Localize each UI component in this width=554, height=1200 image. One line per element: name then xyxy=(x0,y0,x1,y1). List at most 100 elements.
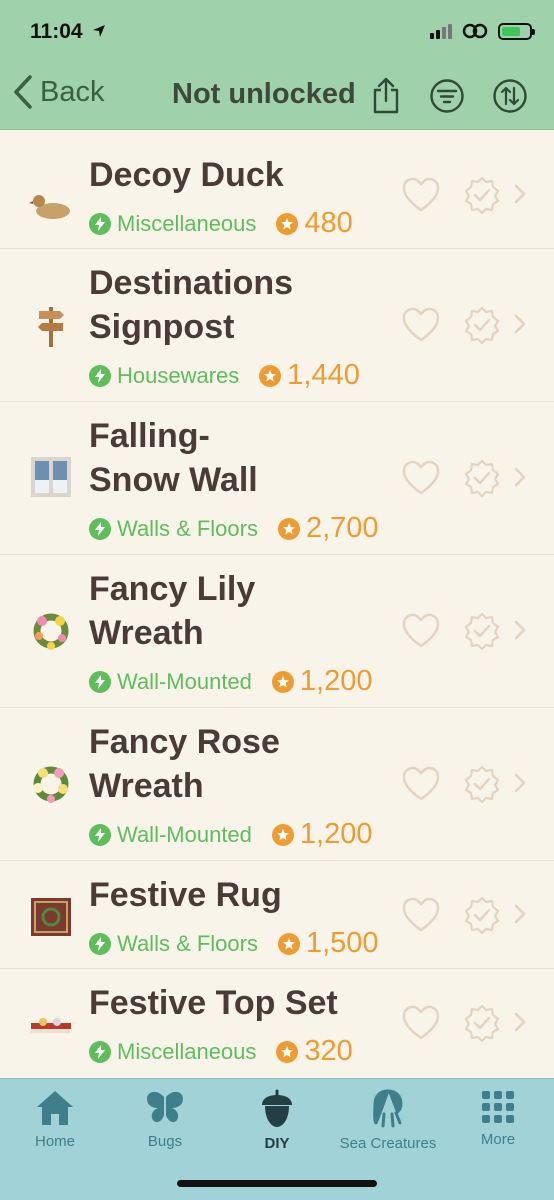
star-icon xyxy=(277,517,300,540)
signpost-icon xyxy=(28,302,74,348)
status-time: 11:04 xyxy=(30,20,106,44)
list-item[interactable]: Falling- Snow Wall Walls & Floors 2,700 xyxy=(0,402,554,555)
heart-icon[interactable] xyxy=(402,307,440,343)
tab-label: Bugs xyxy=(147,1133,183,1150)
item-name: Fancy Lily Wreath xyxy=(89,570,256,652)
heart-icon[interactable] xyxy=(402,897,440,933)
share-icon xyxy=(373,77,399,114)
chevron-right-icon[interactable] xyxy=(512,1011,528,1033)
star-icon xyxy=(277,932,300,955)
item-price: 480 xyxy=(304,207,353,239)
lily-wreath-icon xyxy=(28,608,74,654)
octopus-icon xyxy=(373,1089,403,1128)
tab-home[interactable]: Home xyxy=(0,1089,110,1150)
list-item[interactable]: Festive Rug Walls & Floors 1,500 xyxy=(0,861,554,969)
item-price: 1,500 xyxy=(305,927,379,959)
check-badge-icon[interactable] xyxy=(463,176,501,214)
list-item[interactable]: Fancy Rose Wreath Wall-Mounted 1,200 xyxy=(0,708,554,861)
heart-icon[interactable] xyxy=(402,613,440,649)
item-meta: Wall-Mounted 1,200 xyxy=(89,665,372,698)
list-item[interactable]: Festive Top Set Miscellaneous 320 xyxy=(0,969,554,1077)
item-category: Wall-Mounted xyxy=(117,821,252,847)
item-name: Festive Top Set xyxy=(89,984,338,1022)
item-meta: Walls & Floors 2,700 xyxy=(89,512,379,545)
tab-label: Sea Creatures xyxy=(339,1135,437,1152)
page-title: Not unlocked xyxy=(172,78,356,110)
item-category: Miscellaneous xyxy=(117,210,257,236)
butterfly-icon xyxy=(147,1091,183,1123)
item-category: Wall-Mounted xyxy=(117,668,252,694)
item-name: Festive Rug xyxy=(89,876,282,914)
tab-bugs[interactable]: Bugs xyxy=(110,1089,220,1150)
item-name: Decoy Duck xyxy=(89,156,284,194)
tab-sea-creatures[interactable]: Sea Creatures xyxy=(333,1089,443,1152)
star-icon xyxy=(259,364,282,387)
recipe-list: Decoy Duck Miscellaneous 480 Destination… xyxy=(0,131,554,1078)
item-meta: Wall-Mounted 1,200 xyxy=(89,818,372,851)
check-badge-icon[interactable] xyxy=(463,306,501,344)
sort-button[interactable] xyxy=(490,76,530,116)
chevron-right-icon[interactable] xyxy=(512,903,528,925)
heart-icon[interactable] xyxy=(402,460,440,496)
tab-diy[interactable]: DIY xyxy=(222,1089,332,1152)
item-category: Walls & Floors xyxy=(117,930,258,956)
item-price: 1,440 xyxy=(287,359,360,391)
top-set-icon xyxy=(28,1002,74,1048)
check-badge-icon[interactable] xyxy=(463,459,501,497)
house-icon xyxy=(37,1091,73,1125)
item-category: Miscellaneous xyxy=(117,1038,257,1064)
chevron-right-icon[interactable] xyxy=(512,466,528,488)
star-icon xyxy=(271,670,294,693)
tab-more[interactable]: More xyxy=(443,1089,553,1148)
grid-icon xyxy=(482,1091,514,1123)
bolt-icon xyxy=(89,517,111,540)
location-arrow-icon xyxy=(93,25,106,37)
back-button[interactable]: Back xyxy=(12,74,104,110)
heart-icon[interactable] xyxy=(402,177,440,213)
item-meta: Housewares 1,440 xyxy=(89,359,360,392)
item-name: Falling- Snow Wall xyxy=(89,417,258,499)
check-badge-icon[interactable] xyxy=(463,896,501,934)
chevron-right-icon[interactable] xyxy=(512,313,528,335)
status-bar: 11:04 xyxy=(0,0,554,60)
cellular-signal-icon xyxy=(430,23,452,39)
bolt-icon xyxy=(89,932,111,955)
home-indicator xyxy=(177,1180,377,1187)
bolt-icon xyxy=(89,823,111,846)
item-category: Walls & Floors xyxy=(117,515,258,541)
list-item[interactable]: Decoy Duck Miscellaneous 480 xyxy=(0,131,554,249)
item-price: 1,200 xyxy=(299,818,373,850)
list-item[interactable]: Fancy Lily Wreath Wall-Mounted 1,200 xyxy=(0,555,554,708)
heart-icon[interactable] xyxy=(402,1005,440,1041)
list-item[interactable]: Destinations Signpost Housewares 1,440 xyxy=(0,249,554,402)
item-price: 2,700 xyxy=(305,512,379,544)
share-button[interactable] xyxy=(366,76,406,116)
item-name: Fancy Rose Wreath xyxy=(89,723,280,805)
item-meta: Miscellaneous 320 xyxy=(89,1035,353,1068)
back-label: Back xyxy=(40,75,105,108)
sort-icon xyxy=(493,79,527,113)
check-badge-icon[interactable] xyxy=(463,612,501,650)
bolt-icon xyxy=(89,670,111,693)
bolt-icon xyxy=(89,212,111,235)
chevron-right-icon[interactable] xyxy=(512,772,528,794)
tab-label: DIY xyxy=(264,1135,290,1152)
chevron-left-icon xyxy=(14,75,32,109)
item-name: Destinations Signpost xyxy=(89,264,294,346)
heart-icon[interactable] xyxy=(402,766,440,802)
item-price: 1,200 xyxy=(299,665,373,697)
chevron-right-icon[interactable] xyxy=(512,183,528,205)
navigation-bar: Back Not unlocked xyxy=(0,60,554,130)
festive-rug-icon xyxy=(28,894,74,940)
tab-label: More xyxy=(480,1131,516,1148)
check-badge-icon[interactable] xyxy=(463,1004,501,1042)
snow-wall-icon xyxy=(28,454,74,500)
duck-decoy-icon xyxy=(28,183,74,229)
star-icon xyxy=(276,1040,299,1063)
star-icon xyxy=(276,212,299,235)
link-icon xyxy=(462,23,488,39)
chevron-right-icon[interactable] xyxy=(512,619,528,641)
item-meta: Miscellaneous 480 xyxy=(89,207,353,240)
check-badge-icon[interactable] xyxy=(463,765,501,803)
filter-button[interactable] xyxy=(427,76,467,116)
